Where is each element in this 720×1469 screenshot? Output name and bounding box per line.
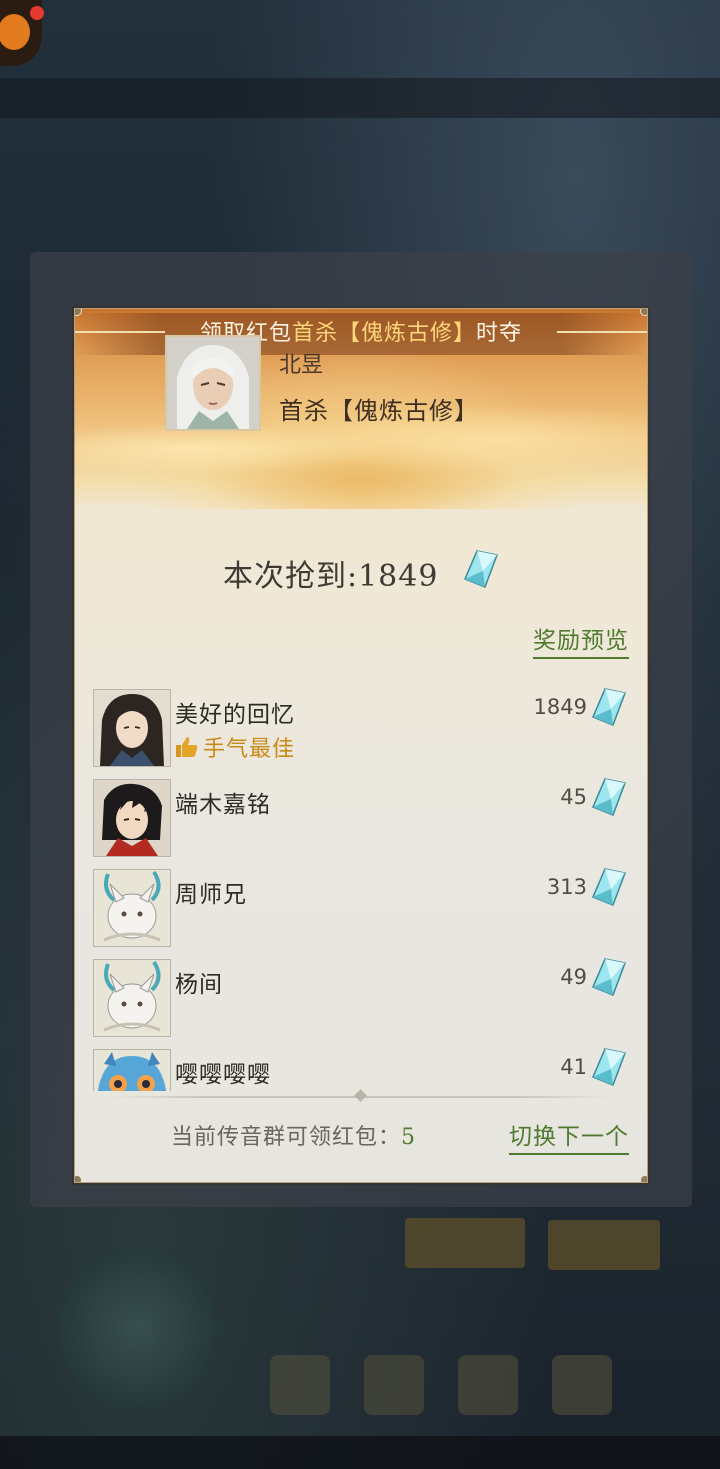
sender-message: 首杀【傀炼古修】 xyxy=(279,397,479,425)
background-button xyxy=(548,1220,660,1270)
reward-preview-link[interactable]: 奖励预览 xyxy=(533,621,629,659)
recipient-name: 美好的回忆 xyxy=(175,702,295,728)
grabbed-label: 本次抢到:1849 xyxy=(223,551,438,595)
background-chat-bar xyxy=(0,78,720,118)
recipient-list[interactable]: 美好的回忆 1849 手气最佳 端木嘉铭 45 周师兄 313 杨间 49 嘤嘤… xyxy=(93,687,629,1091)
grabbed-label-text: 本次抢到: xyxy=(222,559,359,594)
grabbed-amount-row: 本次抢到:1849 xyxy=(75,549,647,597)
background-button xyxy=(405,1218,525,1268)
white-fox-spirit-portrait xyxy=(94,870,170,946)
list-item: 端木嘉铭 45 xyxy=(93,777,629,867)
background-bottom-bar xyxy=(0,1436,720,1469)
banner-line-right xyxy=(557,331,647,333)
corner-pin-icon xyxy=(75,1175,82,1182)
red-packet-popup: 领取红包首杀【傀炼古修】时夺 北昱 首杀【傀炼古修】 本次抢到:1849 奖励预… xyxy=(74,308,648,1183)
white-haired-cultivator-portrait xyxy=(167,337,259,429)
thumbs-up-icon xyxy=(175,735,199,765)
background-icon xyxy=(364,1355,424,1415)
list-item: 周师兄 313 xyxy=(93,867,629,957)
sender-name: 北昱 xyxy=(279,353,324,378)
recipient-amount: 1849 xyxy=(533,695,587,719)
spirit-crystal-icon xyxy=(591,687,627,731)
mascot-face-icon xyxy=(0,14,30,50)
background-icon xyxy=(270,1355,330,1415)
recipient-name: 嘤嘤嘤嘤 xyxy=(175,1062,271,1088)
recipient-amount: 49 xyxy=(560,965,587,989)
remaining-count: 5 xyxy=(401,1125,417,1150)
avatar xyxy=(93,869,171,947)
remaining-label: 当前传音群可领红包： xyxy=(171,1125,402,1150)
spirit-crystal-icon xyxy=(591,777,627,821)
spirit-crystal-icon xyxy=(591,1047,627,1091)
background-avatar-circle xyxy=(58,1248,218,1408)
male-cultivator-portrait xyxy=(94,690,170,766)
avatar xyxy=(93,1049,171,1091)
male-cultivator-portrait xyxy=(94,780,170,856)
list-item: 嘤嘤嘤嘤 41 xyxy=(93,1047,629,1091)
corner-pin-icon xyxy=(640,309,647,316)
grabbed-amount: 1849 xyxy=(358,559,439,594)
notification-dot xyxy=(30,6,44,20)
popup-title-banner: 领取红包首杀【傀炼古修】时夺 xyxy=(75,313,647,355)
spirit-crystal-icon xyxy=(591,867,627,911)
corner-pin-icon xyxy=(640,1175,647,1182)
title-highlight: 首杀【傀炼古修】 xyxy=(291,321,476,346)
background-icon-row xyxy=(270,1355,612,1415)
avatar xyxy=(93,689,171,767)
recipient-amount: 313 xyxy=(546,875,587,899)
avatar xyxy=(93,959,171,1037)
recipient-name: 杨间 xyxy=(175,972,223,998)
list-item: 美好的回忆 1849 手气最佳 xyxy=(93,687,629,777)
spirit-crystal-icon xyxy=(591,957,627,1001)
recipient-amount: 45 xyxy=(560,785,587,809)
recipient-amount: 41 xyxy=(560,1055,587,1079)
spirit-crystal-icon xyxy=(463,549,499,597)
banner-line-left xyxy=(75,331,165,333)
background-icon xyxy=(552,1355,612,1415)
blue-beast-spirit-portrait xyxy=(94,1050,170,1091)
background-icon xyxy=(458,1355,518,1415)
best-luck-text: 手气最佳 xyxy=(203,737,296,762)
switch-next-link[interactable]: 切换下一个 xyxy=(509,1117,629,1155)
recipient-name: 周师兄 xyxy=(175,882,247,908)
sender-avatar xyxy=(165,335,261,431)
avatar xyxy=(93,779,171,857)
recipient-name: 端木嘉铭 xyxy=(175,792,271,818)
title-suffix: 时夺 xyxy=(476,321,523,346)
best-luck-badge: 手气最佳 xyxy=(175,731,295,765)
list-item: 杨间 49 xyxy=(93,957,629,1047)
remaining-packets-info: 当前传音群可领红包：5 xyxy=(171,1119,416,1151)
divider-diamond-icon xyxy=(354,1089,367,1102)
white-fox-spirit-portrait xyxy=(94,960,170,1036)
